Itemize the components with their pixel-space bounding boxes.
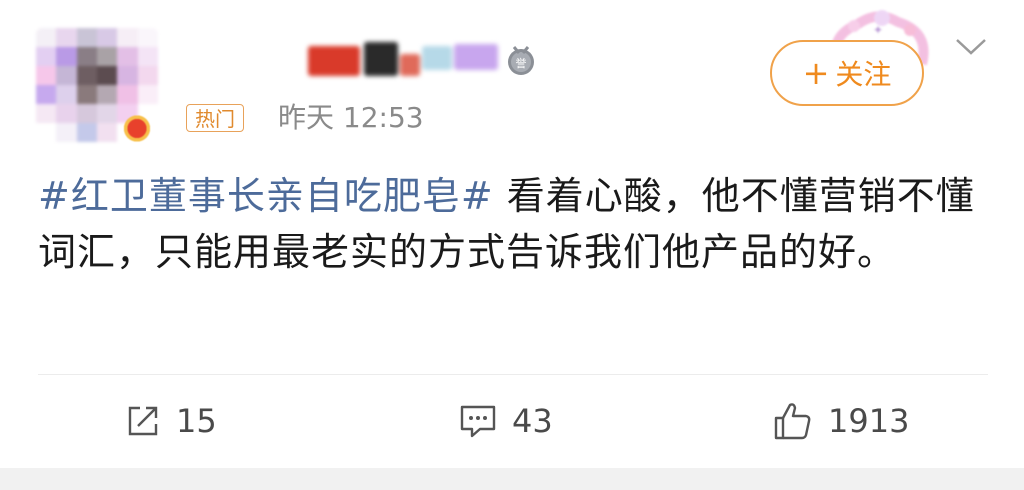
svg-text:✦: ✦ xyxy=(873,23,883,37)
chevron-down-icon[interactable] xyxy=(954,36,988,58)
like-button[interactable]: 1913 xyxy=(772,398,909,444)
plus-icon: + xyxy=(802,54,830,92)
follow-button[interactable]: + 关注 xyxy=(770,40,924,106)
svg-text:誉: 誉 xyxy=(516,56,527,70)
hashtag-link[interactable]: #红卫董事长亲自吃肥皂# xyxy=(38,174,494,218)
vip-badge-icon xyxy=(120,112,154,142)
post-body: #红卫董事长亲自吃肥皂# 看着心酸，他不懂营销不懂词汇，只能用最老实的方式告诉我… xyxy=(38,168,988,280)
divider xyxy=(38,374,988,375)
repost-count: 15 xyxy=(176,402,217,440)
post-timestamp: 昨天 12:53 xyxy=(278,101,424,134)
medal-icon: 誉 xyxy=(505,44,537,76)
comment-bubble-icon xyxy=(458,402,498,440)
thumbs-up-icon xyxy=(772,400,814,442)
hot-tag-badge: 热门 xyxy=(186,104,244,132)
share-box-icon xyxy=(124,402,162,440)
weibo-post-card: 誉 热门 昨天 12:53 ✦ + 关注 #红卫董事长亲自吃肥皂# 看着心酸，他… xyxy=(0,0,1024,468)
username[interactable] xyxy=(308,42,498,82)
follow-label: 关注 xyxy=(835,58,892,91)
repost-button[interactable]: 15 xyxy=(124,398,217,444)
comment-count: 43 xyxy=(512,402,553,440)
like-count: 1913 xyxy=(828,402,910,440)
comment-button[interactable]: 43 xyxy=(458,398,553,444)
feed-separator xyxy=(0,468,1024,490)
